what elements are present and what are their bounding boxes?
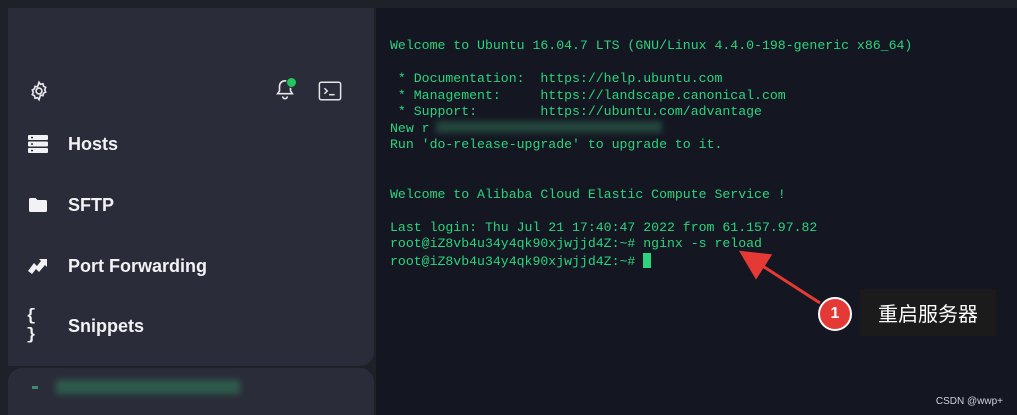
watermark: CSDN @wwp+ — [935, 396, 1003, 407]
annotation-arrow — [738, 250, 821, 305]
annotation-number-badge: 1 — [818, 297, 852, 331]
annotation-label: 重启服务器 — [860, 289, 996, 336]
